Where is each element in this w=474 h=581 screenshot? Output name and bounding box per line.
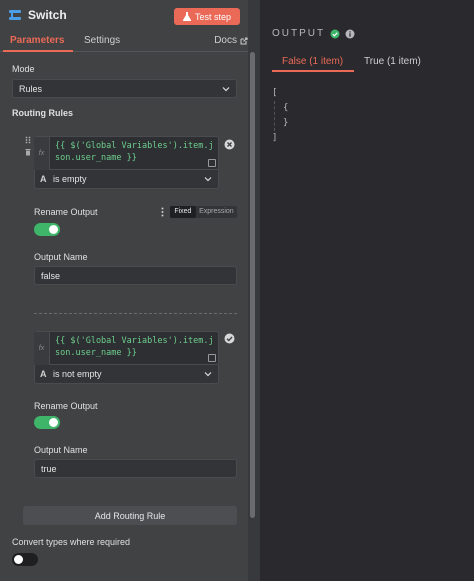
node-name: Switch xyxy=(28,8,67,22)
drag-handle-icon[interactable] xyxy=(25,136,31,144)
fixed-option[interactable]: Fixed xyxy=(170,206,196,218)
toggle-knob xyxy=(49,418,58,427)
json-indent: { } xyxy=(274,101,288,131)
rule-2-expression-code: {{ $('Global Variables').item.json.user_… xyxy=(55,336,214,358)
rule-1-rename-toggle[interactable] xyxy=(34,223,60,236)
scrollbar[interactable] xyxy=(250,52,255,518)
toggle-knob xyxy=(49,225,58,234)
switch-icon xyxy=(9,10,21,20)
active-tab-indicator xyxy=(3,50,73,52)
rule-2-rename-toggle[interactable] xyxy=(34,416,60,429)
tab-parameters[interactable]: Parameters xyxy=(10,35,64,46)
toggle-knob xyxy=(14,555,23,564)
output-tab-indicator xyxy=(272,70,354,72)
fx-icon: fx xyxy=(34,137,50,171)
expand-icon[interactable] xyxy=(208,354,216,362)
docs-label: Docs xyxy=(214,35,237,46)
rule-1-output-name-input[interactable]: false xyxy=(34,266,237,285)
chevron-down-icon xyxy=(204,177,212,182)
convert-types-label: Convert types where required xyxy=(12,537,131,547)
external-link-icon xyxy=(240,37,248,44)
rule-2-condition: is not empty xyxy=(53,369,102,379)
string-type-icon: A xyxy=(40,174,47,184)
json-output: [ { } ] xyxy=(272,86,288,146)
rule-1-output-name-value: false xyxy=(41,270,61,281)
docs-link[interactable]: Docs xyxy=(214,35,248,46)
node-header: Switch Test step xyxy=(0,0,248,32)
rule-2-expression[interactable]: fx {{ $('Global Variables').item.json.us… xyxy=(34,331,219,366)
routing-rules-label: Routing Rules xyxy=(12,108,73,118)
rule-1-expression-code: {{ $('Global Variables').item.json.user_… xyxy=(55,141,214,163)
rule-1-output-name-label: Output Name xyxy=(34,252,88,262)
json-line: { xyxy=(283,103,289,113)
convert-types-toggle[interactable] xyxy=(12,553,38,566)
fx-icon: fx xyxy=(34,332,50,366)
remove-rule-icon[interactable] xyxy=(224,139,235,150)
rule-2-output-name-value: true xyxy=(41,463,57,474)
rule-2-output-name-input[interactable]: true xyxy=(34,459,237,478)
trash-icon[interactable] xyxy=(25,148,31,156)
add-routing-rule-button[interactable]: Add Routing Rule xyxy=(23,506,237,525)
test-step-label: Test step xyxy=(194,11,232,22)
options-dots-icon[interactable] xyxy=(161,207,164,217)
chevron-down-icon xyxy=(222,87,230,92)
tab-false-output[interactable]: False (1 item) xyxy=(282,56,343,67)
node-title: Switch xyxy=(8,8,67,22)
fixed-expression-toggle[interactable]: Fixed Expression xyxy=(170,206,237,218)
tab-settings[interactable]: Settings xyxy=(84,35,120,46)
rule-divider xyxy=(34,313,237,314)
json-line: ] xyxy=(272,133,278,143)
rule-2-condition-select[interactable]: A is not empty xyxy=(34,365,219,384)
check-circle-icon[interactable] xyxy=(224,333,235,344)
mode-label: Mode xyxy=(12,64,35,74)
rule-1-expression[interactable]: fx {{ $('Global Variables').item.json.us… xyxy=(34,136,219,171)
panel-tabs: Parameters Settings Docs xyxy=(0,32,248,52)
expression-option[interactable]: Expression xyxy=(196,206,237,218)
rule-2-rename-label: Rename Output xyxy=(34,401,98,411)
json-line: [ xyxy=(272,88,278,98)
success-check-icon xyxy=(330,29,340,38)
rule-2-output-name-label: Output Name xyxy=(34,445,88,455)
json-line: } xyxy=(283,118,289,128)
rule-1-rename-label: Rename Output xyxy=(34,207,98,217)
parameters-panel: Switch Test step Parameters Settings Doc… xyxy=(0,0,248,581)
mode-value: Rules xyxy=(19,83,43,94)
string-type-icon: A xyxy=(40,369,47,379)
chevron-down-icon xyxy=(204,372,212,377)
flask-icon xyxy=(182,12,191,21)
tab-true-output[interactable]: True (1 item) xyxy=(364,56,421,67)
rule-1-condition: is empty xyxy=(53,174,87,184)
mode-select[interactable]: Rules xyxy=(12,79,237,98)
test-step-button[interactable]: Test step xyxy=(174,8,240,25)
output-title: OUTPUT xyxy=(272,28,326,39)
add-routing-rule-label: Add Routing Rule xyxy=(94,510,166,521)
expand-icon[interactable] xyxy=(208,159,216,167)
output-header: OUTPUT xyxy=(272,28,355,39)
output-panel: OUTPUT False (1 item) True (1 item) [ { … xyxy=(260,0,474,581)
info-icon[interactable] xyxy=(345,29,355,39)
rule-1-condition-select[interactable]: A is empty xyxy=(34,170,219,189)
